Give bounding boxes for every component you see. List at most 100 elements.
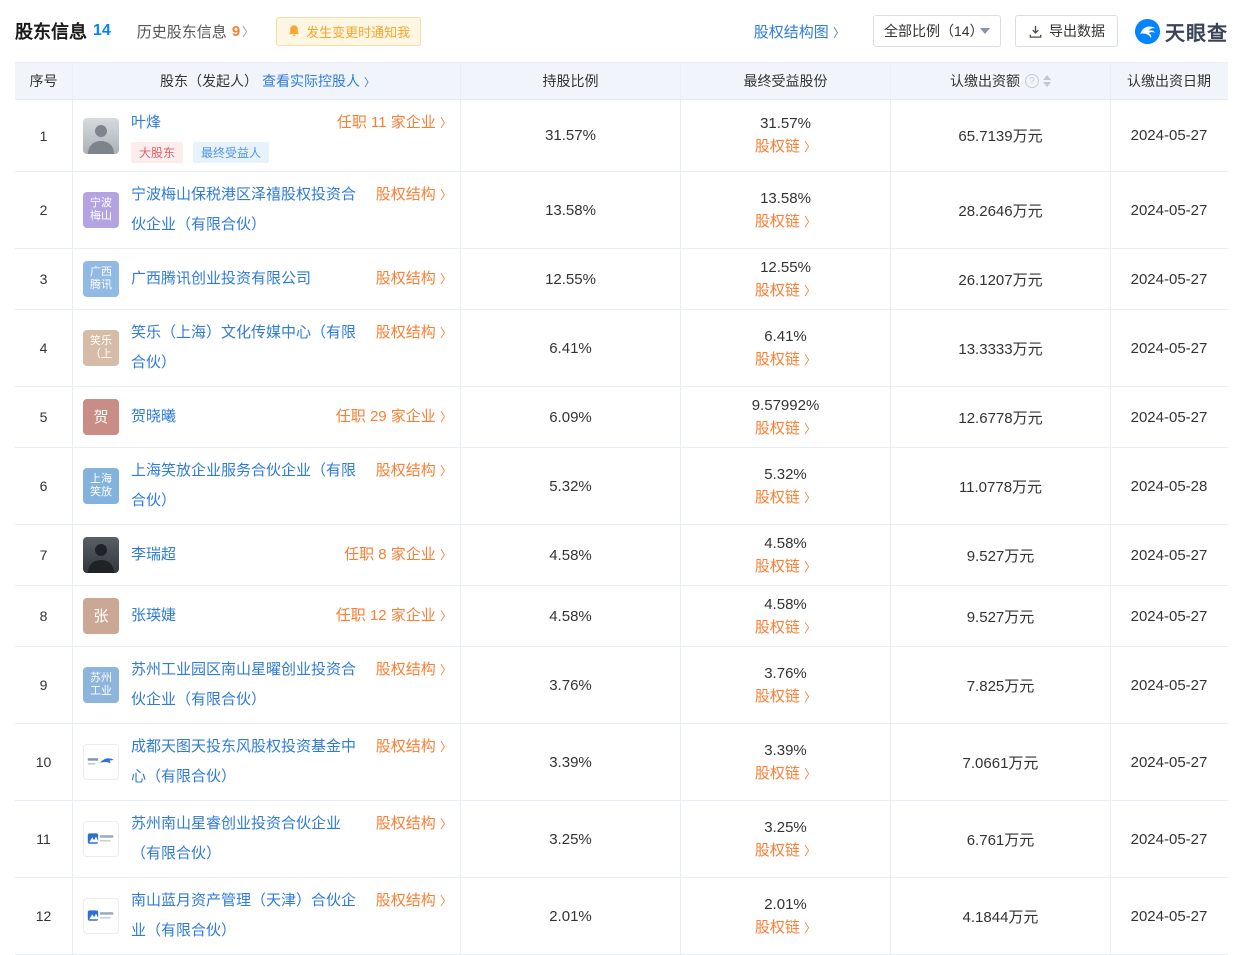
shareholder-action-link[interactable]: 任职 11 家企业 〉	[329, 108, 452, 138]
history-count-badge: 9	[232, 23, 240, 40]
shareholder-action-link[interactable]: 股权结构 〉	[368, 264, 452, 294]
equity-chain-link[interactable]: 股权链 〉	[755, 616, 816, 637]
shareholder-action-link[interactable]: 任职 12 家企业 〉	[328, 601, 452, 631]
shareholder-name-link[interactable]: 成都天图天投东风股权投资基金中心（有限合伙）	[131, 738, 356, 785]
holding-ratio: 3.25%	[460, 801, 680, 877]
chevron-right-icon: 〉	[440, 548, 452, 562]
tianyancha-logo: 天眼查	[1134, 17, 1228, 46]
shareholder-cell: 苏州 工业 苏州工业园区南山星曜创业投资合伙企业（有限合伙） 股权结构 〉	[72, 647, 460, 723]
row-index: 3	[15, 249, 72, 309]
shareholder-cell: 李瑞超 任职 8 家企业 〉	[72, 525, 460, 585]
action-label: 任职 12 家企业	[336, 607, 436, 624]
shareholder-name-link[interactable]: 南山蓝月资产管理（天津）合伙企业（有限合伙）	[131, 892, 356, 939]
shareholder-section-header: 股东信息 14 历史股东信息 9 〉 发生变更时通知我 股权结构图 〉 全部比例…	[0, 0, 1243, 62]
view-actual-controller-link[interactable]: 查看实际控股人 〉	[262, 71, 375, 91]
export-data-button[interactable]: 导出数据	[1015, 15, 1118, 47]
equity-chain-link[interactable]: 股权链 〉	[755, 685, 816, 706]
shareholder-cell: 广西 腾讯 广西腾讯创业投资有限公司 股权结构 〉	[72, 249, 460, 309]
chevron-right-icon: 〉	[440, 116, 452, 130]
shareholder-action-link[interactable]: 股权结构 〉	[368, 456, 452, 486]
shareholder-avatar[interactable]	[83, 537, 119, 573]
table-row: 10 成都天图天投东风股权投资基金中心（有限合伙） 股权结构 〉 3.39% 3…	[15, 724, 1228, 801]
holding-ratio: 4.58%	[460, 525, 680, 585]
chain-label: 股权链	[755, 842, 800, 859]
help-icon[interactable]: ?	[1025, 74, 1039, 88]
shareholder-avatar[interactable]: 宁波 梅山	[83, 192, 119, 228]
equity-chain-link[interactable]: 股权链 〉	[755, 210, 816, 231]
shareholder-name-link[interactable]: 李瑞超	[131, 546, 176, 563]
shareholder-action-link[interactable]: 股权结构 〉	[368, 180, 452, 210]
equity-chain-link[interactable]: 股权链 〉	[755, 279, 816, 300]
column-header-ratio: 持股比例	[460, 63, 680, 99]
benefit-cell: 6.41% 股权链 〉	[680, 310, 890, 386]
equity-chart-label: 股权结构图	[754, 24, 829, 41]
table-row: 9 苏州 工业 苏州工业园区南山星曜创业投资合伙企业（有限合伙） 股权结构 〉 …	[15, 647, 1228, 724]
equity-chain-link[interactable]: 股权链 〉	[755, 839, 816, 860]
shareholder-avatar[interactable]: 贺	[83, 399, 119, 435]
shareholder-tag[interactable]: 大股东	[131, 142, 183, 163]
shareholder-cell: 南山蓝月资产管理（天津）合伙企业（有限合伙） 股权结构 〉	[72, 878, 460, 954]
shareholder-name-link[interactable]: 宁波梅山保税港区泽禧股权投资合伙企业（有限合伙）	[131, 186, 356, 233]
chevron-right-icon: 〉	[440, 410, 452, 424]
chevron-right-icon: 〉	[804, 353, 816, 367]
shareholder-cell: 笑乐 （上 笑乐（上海）文化传媒中心（有限合伙） 股权结构 〉	[72, 310, 460, 386]
equity-chain-link[interactable]: 股权链 〉	[755, 486, 816, 507]
equity-chain-link[interactable]: 股权链 〉	[755, 348, 816, 369]
shareholder-avatar[interactable]: 笑乐 （上	[83, 330, 119, 366]
shareholder-avatar[interactable]	[83, 744, 119, 780]
benefit-cell: 5.32% 股权链 〉	[680, 448, 890, 524]
benefit-cell: 3.25% 股权链 〉	[680, 801, 890, 877]
ratio-filter-dropdown[interactable]: 全部比例（14）	[873, 15, 1001, 47]
subscribed-amount: 26.1207万元	[890, 249, 1110, 309]
history-shareholders-link[interactable]: 历史股东信息 9 〉	[137, 21, 254, 42]
chevron-right-icon: 〉	[804, 140, 816, 154]
notify-on-change-button[interactable]: 发生变更时通知我	[276, 17, 421, 46]
shareholder-avatar[interactable]	[83, 118, 119, 154]
table-row: 6 上海 笑放 上海笑放企业服务合伙企业（有限合伙） 股权结构 〉 5.32% …	[15, 448, 1228, 525]
action-label: 股权结构	[376, 186, 436, 203]
shareholder-name-link[interactable]: 贺晓曦	[131, 408, 176, 425]
shareholder-name-link[interactable]: 苏州南山星睿创业投资合伙企业（有限合伙）	[131, 815, 341, 862]
shareholder-action-link[interactable]: 股权结构 〉	[368, 732, 452, 762]
equity-chain-link[interactable]: 股权链 〉	[755, 135, 816, 156]
shareholder-name-link[interactable]: 上海笑放企业服务合伙企业（有限合伙）	[131, 462, 356, 509]
shareholder-name-link[interactable]: 苏州工业园区南山星曜创业投资合伙企业（有限合伙）	[131, 661, 356, 708]
shareholder-name-link[interactable]: 叶烽	[131, 114, 161, 131]
shareholder-avatar[interactable]: 上海 笑放	[83, 468, 119, 504]
chevron-right-icon: 〉	[242, 23, 254, 40]
shareholder-avatar[interactable]	[83, 821, 119, 857]
equity-structure-chart-link[interactable]: 股权结构图 〉	[754, 21, 845, 42]
shareholder-avatar[interactable]: 广西 腾讯	[83, 261, 119, 297]
shareholder-avatar[interactable]	[83, 898, 119, 934]
equity-chain-link[interactable]: 股权链 〉	[755, 916, 816, 937]
shareholder-action-link[interactable]: 任职 29 家企业 〉	[328, 402, 452, 432]
shareholder-cell: 上海 笑放 上海笑放企业服务合伙企业（有限合伙） 股权结构 〉	[72, 448, 460, 524]
equity-chain-link[interactable]: 股权链 〉	[755, 555, 816, 576]
shareholder-action-link[interactable]: 股权结构 〉	[368, 655, 452, 685]
row-index: 11	[15, 801, 72, 877]
equity-chain-link[interactable]: 股权链 〉	[755, 762, 816, 783]
shareholder-name-link[interactable]: 广西腾讯创业投资有限公司	[131, 270, 311, 287]
equity-chain-link[interactable]: 股权链 〉	[755, 417, 816, 438]
benefit-cell: 4.58% 股权链 〉	[680, 525, 890, 585]
shareholder-name-link[interactable]: 笑乐（上海）文化传媒中心（有限合伙）	[131, 324, 356, 371]
shareholder-action-link[interactable]: 股权结构 〉	[368, 809, 452, 839]
table-header-row: 序号 股东（发起人） 查看实际控股人 〉 持股比例 最终受益股份 认缴出资额 ?…	[15, 63, 1228, 100]
shareholder-action-link[interactable]: 任职 8 家企业 〉	[336, 540, 452, 570]
brand-name: 天眼查	[1165, 17, 1228, 46]
shareholder-action-link[interactable]: 股权结构 〉	[368, 886, 452, 916]
sort-toggle[interactable]	[1043, 75, 1051, 87]
shareholder-cell: 叶烽 大股东最终受益人 任职 11 家企业 〉	[72, 100, 460, 171]
chain-label: 股权链	[755, 351, 800, 368]
chain-label: 股权链	[755, 213, 800, 230]
shareholder-avatar[interactable]: 张	[83, 598, 119, 634]
benefit-share: 3.76%	[764, 665, 807, 682]
column-header-benefit: 最终受益股份	[680, 63, 890, 99]
shareholder-tag[interactable]: 最终受益人	[193, 142, 269, 163]
shareholder-action-link[interactable]: 股权结构 〉	[368, 318, 452, 348]
shareholder-name-link[interactable]: 张瑛婕	[131, 607, 176, 624]
shareholder-avatar[interactable]: 苏州 工业	[83, 667, 119, 703]
shareholder-cell: 张 张瑛婕 任职 12 家企业 〉	[72, 586, 460, 646]
subscribed-date: 2024-05-28	[1110, 448, 1227, 524]
row-index: 2	[15, 172, 72, 248]
